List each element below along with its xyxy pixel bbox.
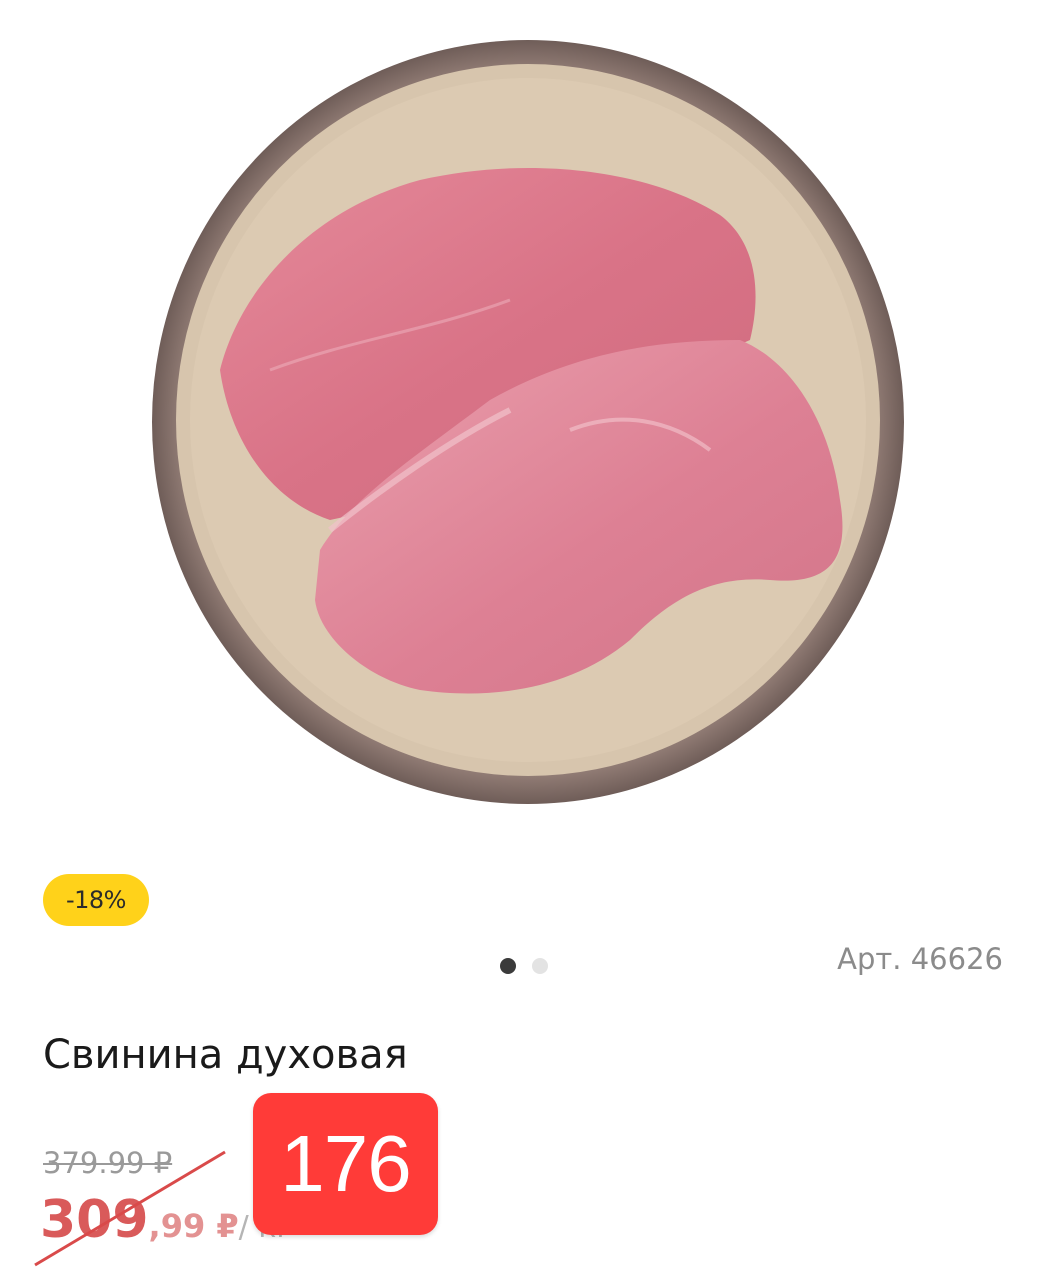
- image-pager[interactable]: [500, 958, 548, 974]
- product-image[interactable]: [150, 40, 910, 810]
- product-title: Свинина духовая: [43, 1032, 408, 1078]
- sticker-price: 176: [280, 1119, 411, 1208]
- pager-dot-active[interactable]: [500, 958, 516, 974]
- discount-badge: -18%: [43, 874, 149, 926]
- price-fraction: ,99 ₽: [148, 1207, 239, 1245]
- pager-dot[interactable]: [532, 958, 548, 974]
- price-sticker: 176: [253, 1093, 438, 1235]
- old-price: 379.99 ₽: [43, 1146, 173, 1180]
- price-integer: 309: [40, 1190, 149, 1250]
- article-number: Арт. 46626: [837, 942, 1003, 976]
